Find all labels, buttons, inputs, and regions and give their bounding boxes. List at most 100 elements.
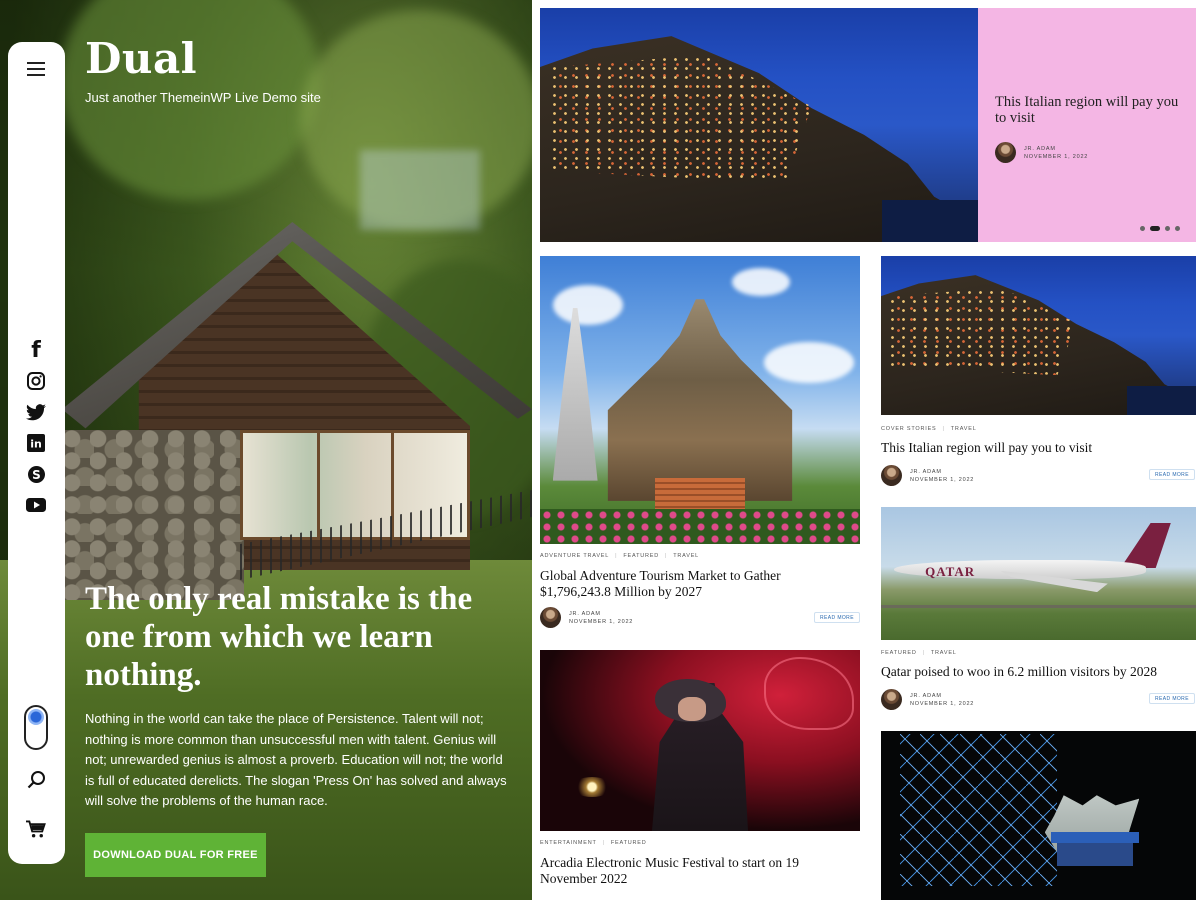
post-categories: ENTERTAINMENT | FEATURED [540,840,647,846]
slider-dot[interactable] [1140,226,1145,231]
post-card: QATAR FEATURED | TRAVEL Qatar poised to w… [881,507,1196,717]
linkedin-glyph: in [30,438,42,451]
category-link[interactable]: FEATURED [623,553,659,559]
theme-toggle[interactable] [24,705,48,750]
stage-light [572,776,612,797]
skype-glyph: S [32,468,41,482]
hero-text: Nothing in the world can take the place … [85,711,507,809]
slider-dot[interactable] [1175,226,1180,231]
post-title[interactable]: Qatar poised to woo in 6.2 million visit… [881,664,1193,680]
facebook-icon[interactable]: f [26,337,46,363]
post-date: NOVEMBER 1, 2022 [569,618,634,625]
author-name[interactable]: JR. ADAM [1024,146,1088,152]
search-icon[interactable] [26,769,46,789]
site-title[interactable]: Dual [85,34,197,83]
site-tagline: Just another ThemeinWP Live Demo site [85,90,321,105]
cart-icon[interactable] [26,819,46,839]
side-toolbar: f in S [8,42,65,864]
menu-icon[interactable] [26,59,46,79]
category-link[interactable]: ENTERTAINMENT [540,840,597,846]
category-separator: | [665,553,668,559]
avatar[interactable] [540,607,561,628]
post-feed: This Italian region will pay you to visi… [532,0,1200,900]
runway-line [881,605,1196,609]
category-link[interactable]: TRAVEL [931,650,957,656]
temple-image [540,256,860,544]
post-card: COVER STORIES | TRAVEL This Italian regio… [881,256,1196,488]
featured-slider[interactable]: This Italian region will pay you to visi… [540,8,1196,242]
sea-shape [1126,386,1196,415]
slide-author: JR. ADAM NOVEMBER 1, 2022 [995,142,1088,163]
category-separator: | [942,426,945,432]
instagram-icon[interactable] [26,371,46,391]
post-image[interactable] [540,256,860,544]
temple-shape [607,299,793,501]
post-image[interactable]: QATAR [881,507,1196,640]
post-date: NOVEMBER 1, 2022 [910,700,975,707]
post-title[interactable]: Arcadia Electronic Music Festival to sta… [540,855,840,886]
read-more-button[interactable]: READ MORE [1149,693,1195,704]
figure-mask [1057,842,1133,867]
post-author: JR. ADAM NOVEMBER 1, 2022 [881,465,974,486]
concert-image [540,650,860,831]
post-date: NOVEMBER 1, 2022 [1024,153,1089,160]
download-dual-button[interactable]: DOWNLOAD DUAL FOR FREE [85,833,266,877]
avatar[interactable] [881,465,902,486]
category-link[interactable]: COVER STORIES [881,426,937,432]
lightning-shape [899,734,1058,887]
author-meta: JR. ADAM NOVEMBER 1, 2022 [569,611,633,625]
post-image[interactable] [881,256,1196,415]
author-meta: JR. ADAM NOVEMBER 1, 2022 [1024,146,1088,160]
neon-sign [764,657,854,730]
youtube-icon[interactable] [26,495,46,515]
category-link[interactable]: FEATURED [611,840,647,846]
category-link[interactable]: TRAVEL [951,426,977,432]
author-name[interactable]: JR. ADAM [569,611,633,617]
slider-dot-active[interactable] [1150,226,1160,231]
avatar[interactable] [995,142,1016,163]
category-separator: | [615,553,618,559]
cabin-stone-wall [64,430,244,600]
post-author: JR. ADAM NOVEMBER 1, 2022 [881,689,974,710]
category-link[interactable]: TRAVEL [673,553,699,559]
author-meta: JR. ADAM NOVEMBER 1, 2022 [910,693,974,707]
post-categories: COVER STORIES | TRAVEL [881,426,977,432]
cloud-shape [764,342,854,383]
post-card: ENTERTAINMENT | FEATURED Arcadia Electron… [540,650,860,900]
author-name[interactable]: JR. ADAM [910,693,974,699]
post-categories: ADVENTURE TRAVEL | FEATURED | TRAVEL [540,553,699,559]
facebook-glyph: f [31,337,41,363]
read-more-button[interactable]: READ MORE [814,612,860,623]
hero-sky-patch [360,150,480,230]
cloud-shape [552,284,624,326]
figure-headband [1051,832,1140,843]
coastal-village-image [881,256,1196,415]
post-image[interactable] [881,731,1196,900]
category-link[interactable]: FEATURED [881,650,917,656]
face-shape [677,697,707,721]
post-author: JR. ADAM NOVEMBER 1, 2022 [540,607,633,628]
flower-bed [540,509,860,544]
coastal-village-image [540,8,978,242]
village-lights [887,287,1077,376]
stupa-shape [552,307,598,481]
author-name[interactable]: JR. ADAM [910,469,974,475]
post-title[interactable]: This Italian region will pay you to visi… [881,440,1191,456]
post-image[interactable] [540,650,860,831]
hero-section: Dual Just another ThemeinWP Live Demo si… [0,0,532,900]
read-more-button[interactable]: READ MORE [1149,469,1195,480]
post-title[interactable]: Global Adventure Tourism Market to Gathe… [540,568,840,599]
avatar[interactable] [881,689,902,710]
category-separator: | [922,650,925,656]
slide-title[interactable]: This Italian region will pay you to visi… [995,94,1185,126]
category-link[interactable]: ADVENTURE TRAVEL [540,553,609,559]
slide-image[interactable] [540,8,978,242]
slider-dot[interactable] [1165,226,1170,231]
twitter-icon[interactable] [26,402,46,422]
hero-heading: The only real mistake is the one from wh… [85,581,473,693]
toggle-knob [28,709,44,725]
slide-caption-panel: This Italian region will pay you to visi… [978,8,1196,242]
skype-icon[interactable]: S [26,464,46,484]
linkedin-icon[interactable]: in [26,433,46,453]
anime-figure-image [881,731,1196,900]
